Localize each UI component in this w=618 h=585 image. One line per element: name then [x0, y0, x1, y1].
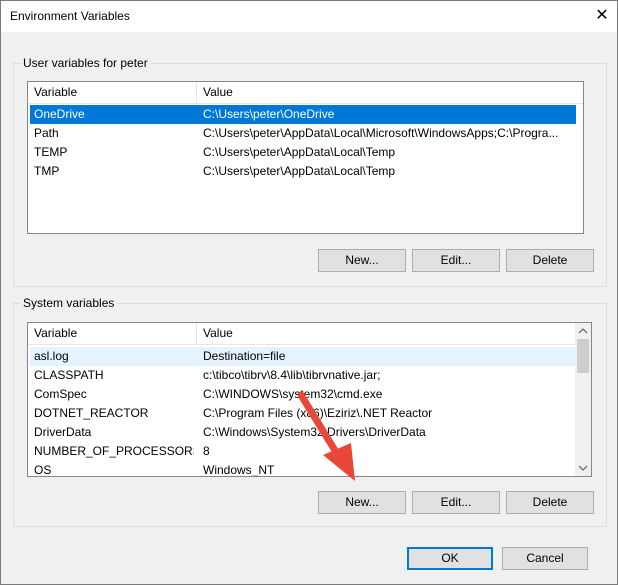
vertical-scrollbar[interactable]	[575, 323, 591, 476]
table-row-asl-log[interactable]: asl.log Destination=file	[30, 347, 576, 366]
environment-variables-dialog: Environment Variables ✕ User variables f…	[0, 0, 618, 585]
variable-name: DriverData	[34, 425, 92, 439]
system-new-button[interactable]: New...	[318, 491, 406, 514]
variable-value: c:\tibco\tibrv\8.4\lib\tibrvnative.jar;	[203, 368, 381, 382]
variable-value: C:\Users\peter\OneDrive	[203, 107, 335, 121]
variable-name: DOTNET_REACTOR	[34, 406, 149, 420]
table-row-temp[interactable]: TEMP C:\Users\peter\AppData\Local\Temp	[30, 143, 576, 162]
variable-name: TMP	[34, 164, 60, 178]
variable-value: C:\Users\peter\AppData\Local\Microsoft\W…	[203, 126, 559, 140]
variable-value: C:\Windows\System32\Drivers\DriverData	[203, 425, 426, 439]
table-row-path[interactable]: Path C:\Users\peter\AppData\Local\Micros…	[30, 124, 576, 143]
title-bar: Environment Variables ✕	[1, 1, 617, 32]
user-edit-button[interactable]: Edit...	[412, 249, 500, 272]
column-header-value[interactable]: Value	[197, 82, 583, 103]
variable-name: CLASSPATH	[34, 368, 104, 382]
system-edit-button[interactable]: Edit...	[412, 491, 500, 514]
variable-name: NUMBER_OF_PROCESSORS	[34, 444, 194, 458]
variable-name: OneDrive	[34, 107, 85, 121]
variable-value: Destination=file	[203, 349, 286, 363]
scroll-up-arrow-icon[interactable]	[575, 323, 591, 339]
system-variables-label: System variables	[20, 296, 118, 310]
list-header: Variable Value	[28, 323, 576, 345]
user-variables-list[interactable]: Variable Value OneDrive C:\Users\peter\O…	[27, 81, 584, 234]
system-delete-button[interactable]: Delete	[506, 491, 594, 514]
table-row-classpath[interactable]: CLASSPATH c:\tibco\tibrv\8.4\lib\tibrvna…	[30, 366, 576, 385]
close-icon[interactable]: ✕	[589, 3, 615, 29]
variable-value: 8	[203, 444, 210, 458]
user-delete-button[interactable]: Delete	[506, 249, 594, 272]
column-header-variable[interactable]: Variable	[28, 323, 196, 344]
annotation-arrow-icon	[297, 391, 355, 481]
cancel-button[interactable]: Cancel	[502, 547, 588, 570]
column-header-variable[interactable]: Variable	[28, 82, 196, 103]
table-row-onedrive[interactable]: OneDrive C:\Users\peter\OneDrive	[30, 105, 576, 124]
column-header-value[interactable]: Value	[197, 323, 576, 344]
variable-value: C:\Users\peter\AppData\Local\Temp	[203, 145, 396, 159]
list-header: Variable Value	[28, 82, 583, 104]
user-variables-label: User variables for peter	[20, 56, 151, 70]
scrollbar-thumb[interactable]	[577, 339, 589, 373]
scroll-down-arrow-icon[interactable]	[575, 460, 591, 476]
ok-button[interactable]: OK	[407, 547, 493, 570]
variable-name: ComSpec	[34, 387, 87, 401]
variable-value: Windows_NT	[203, 463, 275, 477]
variable-name: TEMP	[34, 145, 68, 159]
window-title: Environment Variables	[10, 9, 130, 23]
variable-name: Path	[34, 126, 59, 140]
variable-value: C:\WINDOWS\system32\cmd.exe	[203, 387, 383, 401]
variable-value: C:\Users\peter\AppData\Local\Temp	[203, 164, 396, 178]
variable-value: C:\Program Files (x86)\Eziriz\.NET React…	[203, 406, 433, 420]
user-new-button[interactable]: New...	[318, 249, 406, 272]
variable-name: OS	[34, 463, 52, 477]
table-row-tmp[interactable]: TMP C:\Users\peter\AppData\Local\Temp	[30, 162, 576, 181]
variable-name: asl.log	[34, 349, 69, 363]
